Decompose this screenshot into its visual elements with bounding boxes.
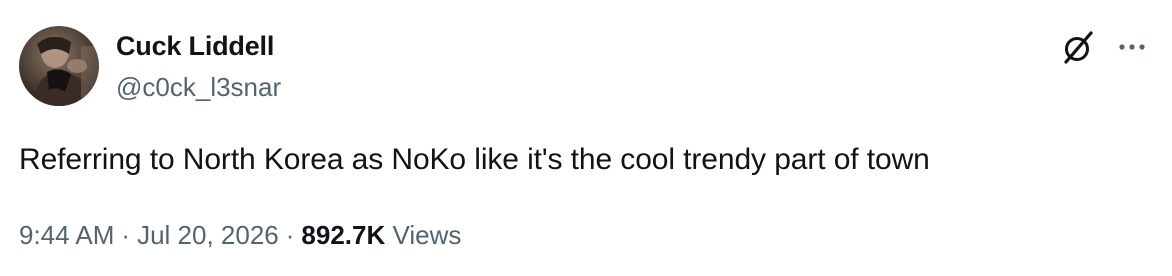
views-count[interactable]: 892.7K bbox=[301, 220, 385, 250]
tweet-card: Cuck Liddell @c0ck_l3snar Referring to N… bbox=[0, 0, 1172, 276]
slashed-circle-icon[interactable] bbox=[1058, 27, 1098, 67]
more-options-icon[interactable] bbox=[1112, 27, 1152, 67]
meta-separator: · bbox=[121, 220, 131, 250]
meta-separator: · bbox=[285, 220, 295, 250]
tweet-text: Referring to North Korea as NoKo like it… bbox=[19, 143, 930, 176]
avatar[interactable] bbox=[19, 26, 99, 106]
tweet-date[interactable]: Jul 20, 2026 bbox=[137, 220, 279, 250]
tweet-time[interactable]: 9:44 AM bbox=[19, 220, 114, 250]
views-label: Views bbox=[392, 220, 462, 250]
tweet-meta: 9:44 AM · Jul 20, 2026 · 892.7K Views bbox=[19, 218, 461, 252]
author-name[interactable]: Cuck Liddell bbox=[116, 30, 274, 62]
author-handle[interactable]: @c0ck_l3snar bbox=[116, 71, 281, 103]
avatar-photo bbox=[33, 36, 99, 106]
